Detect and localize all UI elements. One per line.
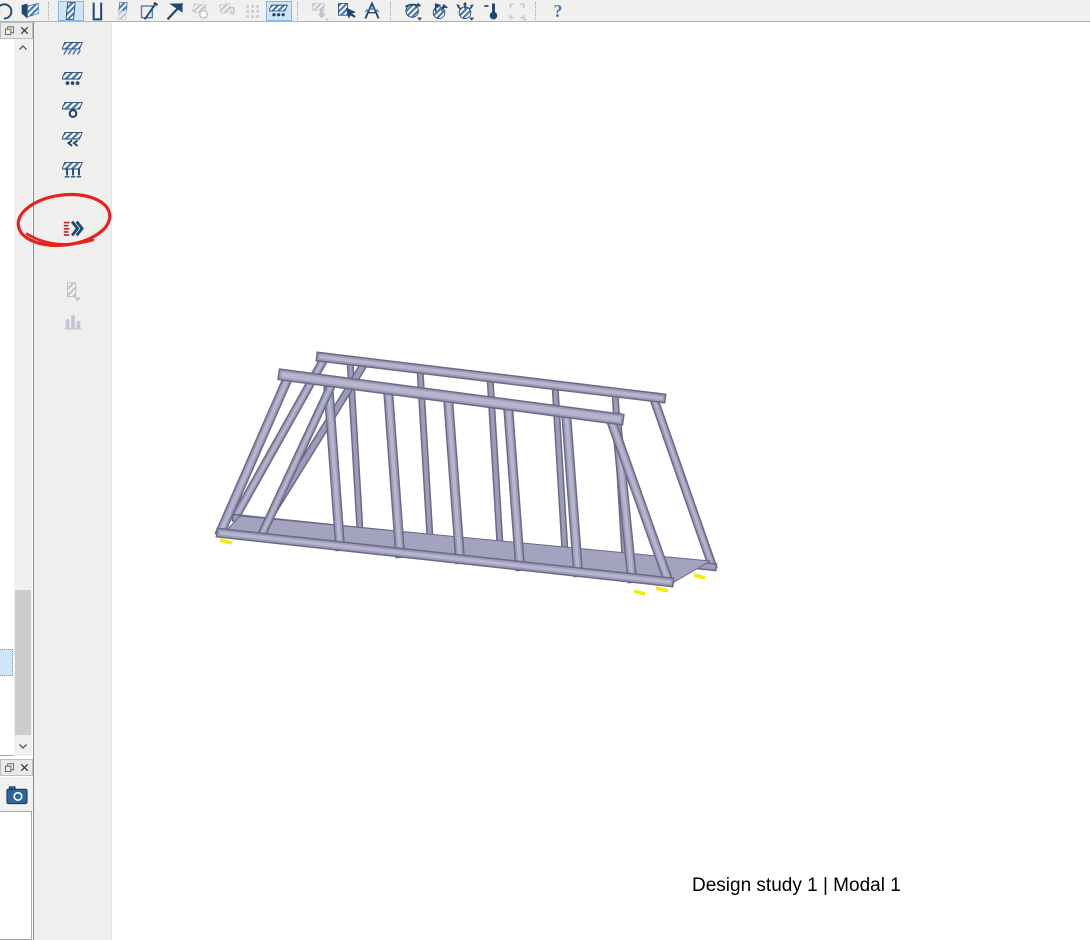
top-toolbar: ? [0,0,1090,22]
mesh-refine-button[interactable] [307,1,333,21]
support-posts-button[interactable] [59,156,87,182]
fit-view-button[interactable] [504,1,530,21]
rotate-arc-icon [0,1,14,21]
supports-button[interactable] [266,1,292,21]
toolbar-separator [48,2,53,20]
bar-hatch-icon [61,1,81,21]
close-icon [19,762,30,773]
contact-auto-button[interactable] [188,1,214,21]
svg-text:?: ? [554,1,563,21]
chevron-down-icon [17,740,29,752]
stripes-chevrons-icon [62,218,84,240]
partial-mesh-button[interactable] [110,1,136,21]
scrollbar-thumb[interactable] [15,590,31,735]
support-pinned-button[interactable] [59,66,87,92]
touch-select-icon [336,1,356,21]
pad-ring-icon [62,98,84,120]
help-button[interactable]: ? [545,1,571,21]
moment-load-button[interactable] [400,1,426,21]
gallery-toolbar [0,777,33,811]
surface-split-button[interactable] [162,1,188,21]
convergence-button[interactable] [59,216,87,242]
hatch-arrow-icon [310,1,330,21]
shell-outline-button[interactable] [84,1,110,21]
constraints-toolbar [33,22,112,940]
new-snapshot-button[interactable] [3,781,31,807]
rect-slash-icon [139,1,159,21]
scroll-up-button[interactable] [14,39,32,56]
pad-posts-icon [62,158,84,180]
select-entity-button[interactable] [333,1,359,21]
support-sliding-button[interactable] [59,126,87,152]
corner-arrows-icon [507,1,527,21]
bar-hatch-caret-icon [62,280,84,302]
gallery-panel-header [0,759,33,776]
gallery-panel-content [0,811,32,940]
pad-ticks-icon [62,38,84,60]
ball-rotate-icon [403,1,423,21]
hatch-hook-icon [217,1,237,21]
camera-icon [4,783,30,806]
study-caption: Design study 1 | Modal 1 [692,875,901,897]
question-icon: ? [548,1,568,21]
pad-chevrons-icon [62,128,84,150]
filled-slash-icon [165,1,185,21]
dot-grid-icon [243,1,263,21]
close-panel-button[interactable] [18,762,30,774]
force-load-button[interactable] [426,1,452,21]
report-study-button[interactable] [17,1,43,21]
outline-u-icon [87,1,107,21]
contact-manual-button[interactable] [214,1,240,21]
support-fixed-button[interactable] [59,36,87,62]
float-panel-button[interactable] [3,25,15,37]
chart-bars-icon [62,310,84,332]
measure-button[interactable] [359,1,385,21]
close-panel-button[interactable] [18,25,30,37]
rotate-view-button[interactable] [0,1,17,21]
float-icon [4,25,15,36]
pressure-load-button[interactable] [452,1,478,21]
pad-dots-icon [62,68,84,90]
toolbar-separator [390,2,395,20]
chevron-up-icon [17,42,29,54]
measure-a-icon [362,1,382,21]
node-grid-button[interactable] [240,1,266,21]
browser-scrollbar[interactable] [14,39,32,756]
float-icon [4,762,15,773]
close-icon [19,25,30,36]
toolbar-separator [535,2,540,20]
scroll-down-button[interactable] [14,737,32,754]
3d-viewport[interactable] [112,22,1090,940]
edit-geometry-button[interactable] [136,1,162,21]
results-chart-button[interactable] [59,308,87,334]
selected-tree-item[interactable] [0,649,13,676]
support-roller-button[interactable] [59,96,87,122]
mesh-options-button[interactable] [59,278,87,304]
application-window: Design study 1 | Modal 1 ? [0,0,1090,940]
float-panel-button[interactable] [3,762,15,774]
toolbar-separator [297,2,302,20]
thermometer-icon [481,1,501,21]
solid-mesh-button[interactable] [58,1,84,21]
bar-hatch-half-icon [113,1,133,21]
ball-flags-icon [429,1,449,21]
ball-radial-icon [455,1,475,21]
pad-dots-icon [269,1,289,21]
hatch-circle-icon [191,1,211,21]
report-study-icon [20,1,40,21]
thermal-load-button[interactable] [478,1,504,21]
browser-panel-header [0,22,33,39]
